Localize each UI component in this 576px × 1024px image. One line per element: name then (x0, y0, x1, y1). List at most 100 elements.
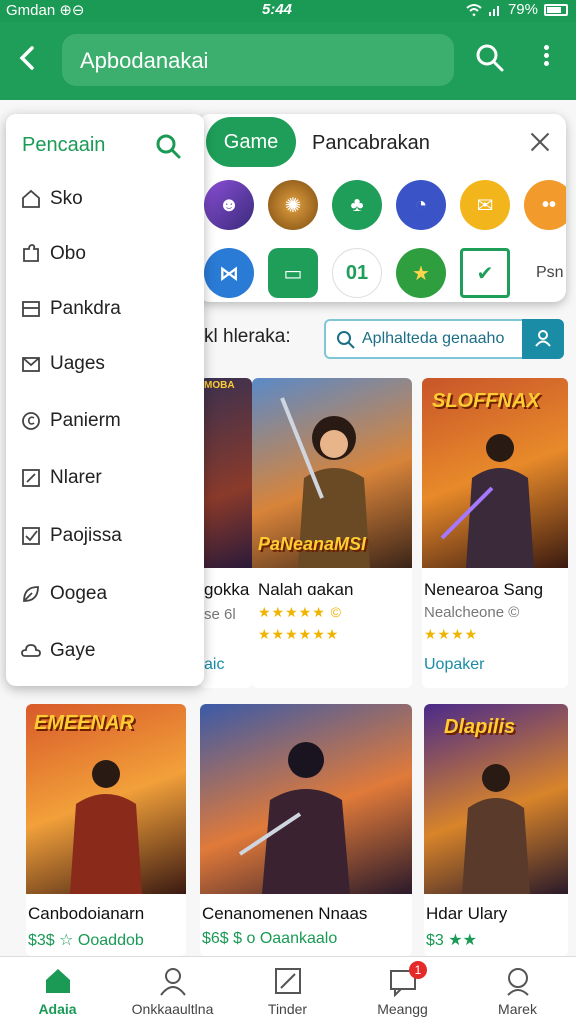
nav-item-profile[interactable]: Onkkaaultlna (115, 957, 230, 1024)
game-subtitle: se 6l (204, 606, 236, 623)
close-icon[interactable] (528, 130, 552, 154)
game-card[interactable]: Dlapilis Hdar Ulary $3 ★★ (424, 704, 568, 956)
game-card[interactable]: Cenanomenen Nnaas $6$ $ o Oaankaalo (200, 704, 412, 956)
bottom-navigation: Adaia Onkkaaultlna Tinder 1 Meangg Marek (0, 956, 576, 1024)
hero-illustration (70, 760, 142, 894)
inline-search-field[interactable]: Aplhalteda genaaho (324, 319, 564, 359)
art-title: EMEENAR (34, 712, 135, 734)
home-icon (46, 969, 70, 993)
search-icon (476, 44, 504, 72)
status-bar: Gmdan ⊕⊖ 5:44 79% (0, 0, 576, 22)
drawer-item[interactable]: Uages (6, 345, 204, 385)
status-right: 79% (466, 1, 568, 18)
nav-label: Adaia (38, 1001, 77, 1017)
inline-search-text: Aplhalteda genaaho (362, 330, 505, 347)
cloud-icon (21, 644, 41, 657)
rating-stars: ★★★★ (424, 626, 479, 642)
nav-label: Marek (498, 1001, 537, 1017)
battery-icon (544, 3, 568, 16)
more-button[interactable] (538, 42, 554, 74)
game-art: EMEENAR (26, 704, 186, 894)
drawer-item-label: Nlarer (50, 467, 102, 488)
game-card[interactable]: SLOFFNAX Nenearoa Sang Nealcheᴏne © ★★★★… (422, 378, 568, 688)
game-price: $3 ★★ (426, 932, 477, 949)
drawer-item[interactable]: Panierm (6, 402, 204, 442)
person-icon (160, 968, 186, 996)
nav-item-home[interactable]: Adaia (0, 957, 115, 1024)
compass-icon[interactable]: ◔ (396, 180, 446, 230)
nav-label: Meangg (377, 1001, 428, 1017)
signal-icon (488, 5, 499, 16)
user-search-button[interactable] (522, 319, 564, 359)
hero-illustration (440, 434, 534, 568)
person-outline-icon (507, 968, 529, 996)
nav-item-market[interactable]: Marek (460, 957, 575, 1024)
section-label: kl hleraka: (204, 326, 291, 347)
side-drawer: Pencaain Sko Obo Pankdra Uages Panierm N… (6, 114, 204, 686)
star-icon[interactable]: ★ (396, 248, 446, 298)
game-art (200, 704, 412, 894)
panel-title: Pancabrakan (312, 132, 430, 154)
globe-icon[interactable]: ✺ (268, 180, 318, 230)
nav-label: Tinder (267, 1001, 308, 1017)
drawer-item-label: Sko (50, 188, 83, 209)
bow-icon[interactable]: ⋈ (204, 248, 254, 298)
drawer-item[interactable]: Paojissa (6, 517, 204, 557)
game-title: Hdar Ulary (426, 904, 508, 923)
search-input[interactable]: Apbodanakai (62, 34, 454, 86)
game-price: $3$ ☆ Ooaddob (28, 932, 144, 949)
back-button[interactable] (14, 42, 42, 74)
game-art: Dlapilis (424, 704, 568, 894)
status-time: 5:44 (262, 1, 293, 18)
checkbox-icon (22, 527, 40, 545)
art-title: Dlapilis (444, 716, 516, 738)
drawer-item-label: Panierm (50, 410, 121, 431)
a01-icon[interactable]: 01 (332, 248, 382, 298)
game-card[interactable]: MOBA gokka se 6l aic (200, 378, 252, 688)
nav-item-tinder[interactable]: Tinder (230, 957, 345, 1024)
game-price: $6$ $ o Oaankaalo (202, 930, 338, 947)
status-left: Gmdan ⊕⊖ (6, 2, 85, 19)
game-tag: Uopaker (424, 656, 485, 673)
people-icon[interactable]: ♣ (332, 180, 382, 230)
search-button[interactable] (474, 42, 506, 74)
drawer-item-label: Gaye (50, 640, 96, 661)
nav-item-messages[interactable]: 1 Meangg (345, 957, 460, 1024)
game-title: Cenanomenen Nnaas (202, 904, 368, 923)
drawer-item[interactable]: Oogea (6, 575, 204, 615)
category-panel: Game Pancabrakan ☻ ✺ ♣ ◔ ✉ •• ⋈ ▭ 01 ★ ✔… (198, 114, 566, 302)
drawer-item[interactable]: Obo (6, 235, 204, 275)
game-card[interactable]: EMEENAR Canbodoianarn $3$ ☆ Ooaddob (26, 704, 186, 956)
drawer-item-label: Obo (50, 243, 86, 264)
drawer-item[interactable]: Sko (6, 180, 204, 220)
person-icon (535, 330, 551, 347)
tv-icon[interactable]: ▭ (268, 248, 318, 298)
ticket-icon[interactable]: ✉ (460, 180, 510, 230)
battery-text: 79% (507, 1, 538, 18)
face-icon[interactable]: •• (524, 180, 566, 230)
notification-badge: 1 (409, 961, 427, 979)
game-card[interactable]: PaNeanaMSI Nalah ɑakan ★★★★★ © ★★★★★★ (252, 378, 412, 688)
drawer-title: Pencaain (22, 134, 106, 156)
hero-illustration (462, 764, 530, 894)
drawer-item[interactable]: Nlarer (6, 459, 204, 499)
drawer-search-button[interactable] (154, 132, 182, 160)
game-title: Nenearoa Sang (424, 580, 544, 599)
search-icon (337, 331, 355, 349)
game-chip[interactable]: Game (206, 117, 296, 167)
avatar-icon[interactable]: ☻ (204, 180, 254, 230)
check-icon[interactable]: ✔ (460, 248, 510, 298)
chevron-left-icon (19, 46, 34, 70)
game-title: gokka (204, 580, 250, 599)
art-title: PaNeanaMSI (258, 534, 367, 554)
puzzle-icon (23, 244, 39, 262)
drawer-item-label: Paojissa (50, 525, 122, 546)
drawer-item[interactable]: Pankdra (6, 290, 204, 330)
home-icon (22, 189, 40, 208)
nav-label: Onkkaaultlna (131, 1001, 214, 1017)
drawer-item[interactable]: Gaye (6, 632, 204, 672)
game-art: SLOFFNAX (422, 378, 568, 568)
wifi-icon (466, 3, 482, 16)
drawer-item-label: Uages (50, 353, 105, 374)
game-subtitle: Nealcheᴏne © (424, 604, 520, 621)
